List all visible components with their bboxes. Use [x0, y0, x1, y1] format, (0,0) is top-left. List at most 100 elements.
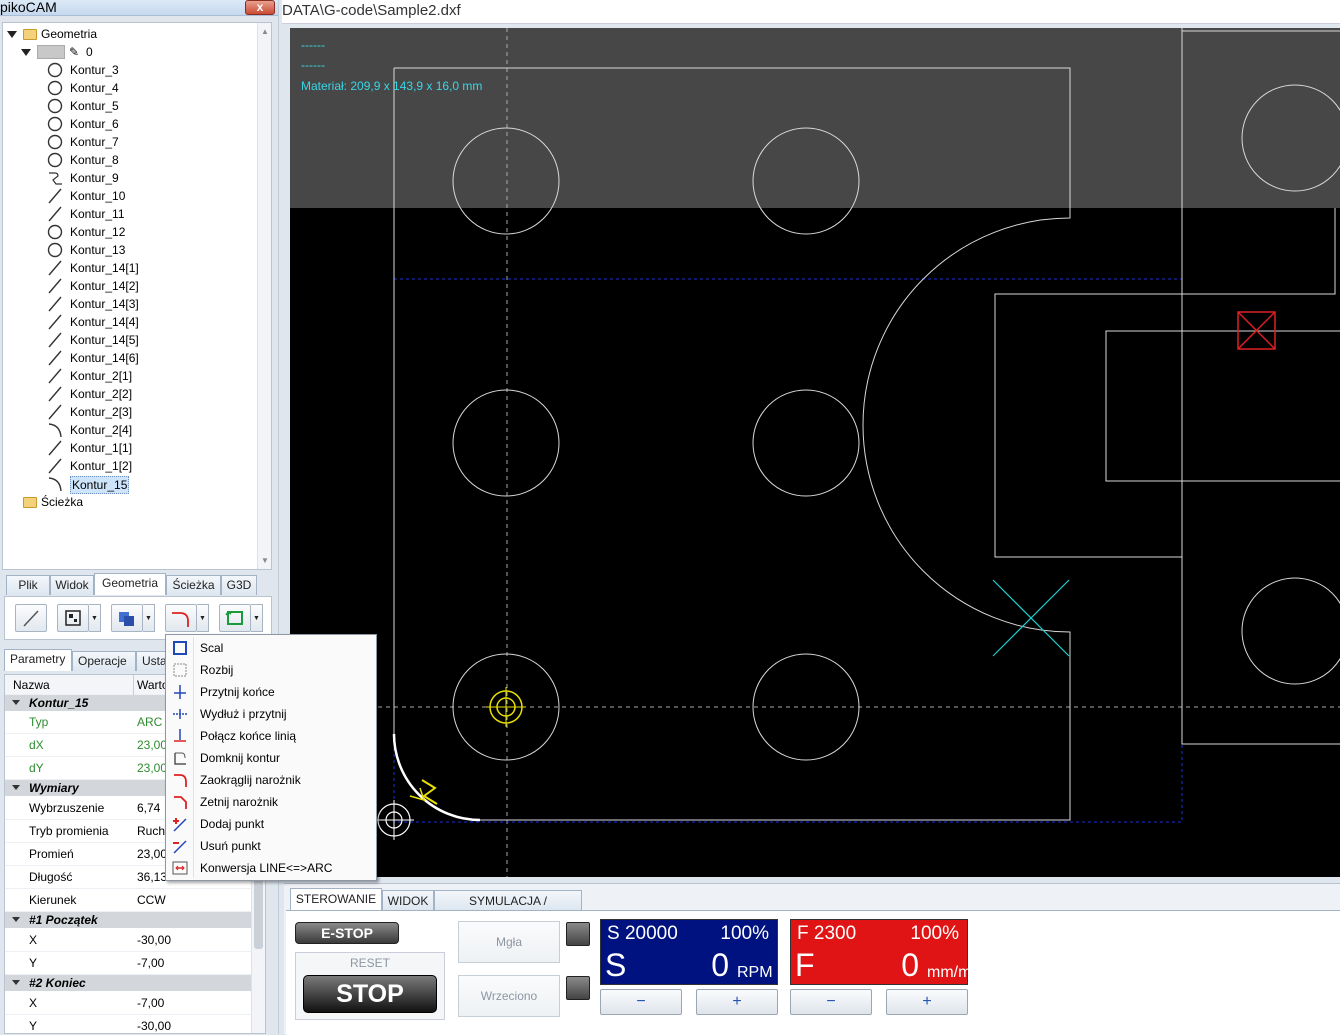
tree-item[interactable]: Kontur_14[6]: [3, 349, 253, 367]
menu-item-label: Przytnij końce: [200, 685, 275, 699]
spindle-button[interactable]: Wrzeciono: [458, 975, 560, 1017]
tree-item-label: Kontur_3: [70, 63, 119, 77]
close-button[interactable]: x: [245, 0, 275, 15]
tab-g3d[interactable]: G3D: [221, 575, 257, 595]
tree-item[interactable]: Kontur_6: [3, 115, 253, 133]
feed-increase-button[interactable]: +: [886, 989, 968, 1015]
transform-button[interactable]: [219, 604, 251, 632]
tree-item[interactable]: Kontur_11: [3, 205, 253, 223]
tree-scrollbar[interactable]: ▲ ▼: [257, 23, 271, 569]
tab-geometria[interactable]: Geometria: [94, 573, 166, 595]
feed-decrease-button[interactable]: −: [790, 989, 872, 1015]
tree-item[interactable]: Kontur_14[4]: [3, 313, 253, 331]
menu-item[interactable]: Zetnij narożnik: [166, 791, 376, 813]
transform-dropdown[interactable]: ▼: [251, 604, 263, 632]
property-row[interactable]: X -30,00: [5, 929, 251, 952]
tree-item[interactable]: Kontur_5: [3, 97, 253, 115]
spindle-increase-button[interactable]: +: [696, 989, 778, 1015]
tree-root-geometry[interactable]: Geometria: [3, 25, 253, 43]
tab-plik[interactable]: Plik: [6, 575, 50, 595]
menu-item[interactable]: Przytnij końce: [166, 681, 376, 703]
boolean-button[interactable]: [111, 604, 143, 632]
tab-view[interactable]: WIDOK: [382, 890, 434, 911]
selected-arc[interactable]: [392, 733, 481, 822]
menu-item[interactable]: Scal: [166, 637, 376, 659]
estop-button[interactable]: E-STOP: [295, 922, 399, 944]
menu-item[interactable]: Rozbij: [166, 659, 376, 681]
tree-item[interactable]: Kontur_2[2]: [3, 385, 253, 403]
spindle-decrease-button[interactable]: −: [600, 989, 682, 1015]
menu-item[interactable]: Usuń punkt: [166, 835, 376, 857]
scroll-up-icon[interactable]: ▲: [261, 27, 269, 36]
tab-parametry[interactable]: Parametry: [4, 649, 72, 671]
tree-item[interactable]: Kontur_1[1]: [3, 439, 253, 457]
tree-item[interactable]: Kontur_4: [3, 79, 253, 97]
circle-icon: [47, 152, 63, 168]
tree-item[interactable]: Kontur_1[2]: [3, 457, 253, 475]
property-category[interactable]: #1 Początek: [5, 912, 251, 928]
tree-item[interactable]: Kontur_14[3]: [3, 295, 253, 313]
tab-control[interactable]: STEROWANIE: [290, 888, 382, 911]
property-category[interactable]: #2 Koniec: [5, 975, 251, 991]
tab-operacje[interactable]: Operacje: [72, 651, 136, 671]
menu-item[interactable]: Dodaj punkt: [166, 813, 376, 835]
tree-item[interactable]: Kontur_12: [3, 223, 253, 241]
tree-layer[interactable]: ✎ 0: [3, 43, 253, 61]
property-row[interactable]: Kierunek CCW: [5, 889, 251, 912]
tree-item[interactable]: Kontur_9: [3, 169, 253, 187]
tree-item-label: Kontur_6: [70, 117, 119, 131]
expand-icon[interactable]: [7, 31, 17, 38]
tree-item[interactable]: Kontur_13: [3, 241, 253, 259]
tree-item[interactable]: Kontur_14[2]: [3, 277, 253, 295]
menu-item[interactable]: Konwersja LINE<=>ARC: [166, 857, 376, 879]
menu-item[interactable]: Domknij kontur: [166, 747, 376, 769]
snap-dropdown[interactable]: ▼: [89, 604, 101, 632]
spindle-panel: S 20000 100% S 0 RPM: [600, 919, 778, 985]
draw-line-button[interactable]: [15, 604, 47, 632]
property-row[interactable]: Y -30,00: [5, 1015, 251, 1033]
boolean-dropdown[interactable]: ▼: [143, 604, 155, 632]
geometry-tree[interactable]: ▲ ▼ Geometria ✎ 0 Kontur_3 Kontur_4 Kontur_5 K…: [2, 22, 272, 570]
tree-root-path[interactable]: Ścieżka: [3, 493, 253, 511]
property-value: ARC: [137, 715, 163, 729]
mist-button[interactable]: Mgła: [458, 921, 560, 963]
edit-dropdown[interactable]: ▼: [197, 604, 209, 632]
tree-item[interactable]: Kontur_2[3]: [3, 403, 253, 421]
path-icon: [49, 172, 62, 185]
property-row[interactable]: X -7,00: [5, 992, 251, 1015]
tree-item[interactable]: Kontur_15: [3, 475, 253, 494]
tree-item[interactable]: Kontur_3: [3, 61, 253, 79]
tree-item[interactable]: Kontur_14[5]: [3, 331, 253, 349]
property-row[interactable]: Y -7,00: [5, 952, 251, 975]
collapse-icon[interactable]: [12, 980, 20, 985]
cad-canvas[interactable]: ------ ------ Materiał: 209,9 x 143,9 x …: [290, 28, 1340, 877]
expand-icon[interactable]: [21, 49, 31, 56]
property-value: -30,00: [137, 933, 172, 947]
snap-button[interactable]: [57, 604, 89, 632]
menu-item[interactable]: Wydłuż i przytnij: [166, 703, 376, 725]
scroll-down-icon[interactable]: ▼: [261, 556, 269, 565]
reset-button[interactable]: RESET: [296, 956, 444, 970]
extend-icon: [173, 709, 187, 719]
collapse-icon[interactable]: [12, 700, 20, 705]
property-name: Kierunek: [29, 893, 77, 907]
menu-item[interactable]: Połącz końce linią: [166, 725, 376, 747]
stop-button[interactable]: STOP: [303, 975, 437, 1013]
collapse-icon[interactable]: [12, 917, 20, 922]
collapse-icon[interactable]: [12, 785, 20, 790]
tab-ścieżka[interactable]: Ścieżka: [166, 575, 221, 595]
trim-icon: [174, 685, 186, 699]
menu-item[interactable]: Zaokrąglij narożnik: [166, 769, 376, 791]
close-contour-icon: [174, 752, 186, 765]
tree-item[interactable]: Kontur_2[4]: [3, 421, 253, 439]
tree-item[interactable]: Kontur_8: [3, 151, 253, 169]
tree-item[interactable]: Kontur_10: [3, 187, 253, 205]
tree-item[interactable]: Kontur_14[1]: [3, 259, 253, 277]
tree-item[interactable]: Kontur_7: [3, 133, 253, 151]
tree-item[interactable]: Kontur_2[1]: [3, 367, 253, 385]
tab-simulation[interactable]: SYMULACJA / NARZĘDZIA: [434, 890, 582, 928]
tab-widok[interactable]: Widok: [50, 575, 94, 595]
fillet-button[interactable]: [165, 604, 197, 632]
column-name-header: Nazwa: [13, 678, 50, 692]
line-icon: [48, 368, 62, 384]
